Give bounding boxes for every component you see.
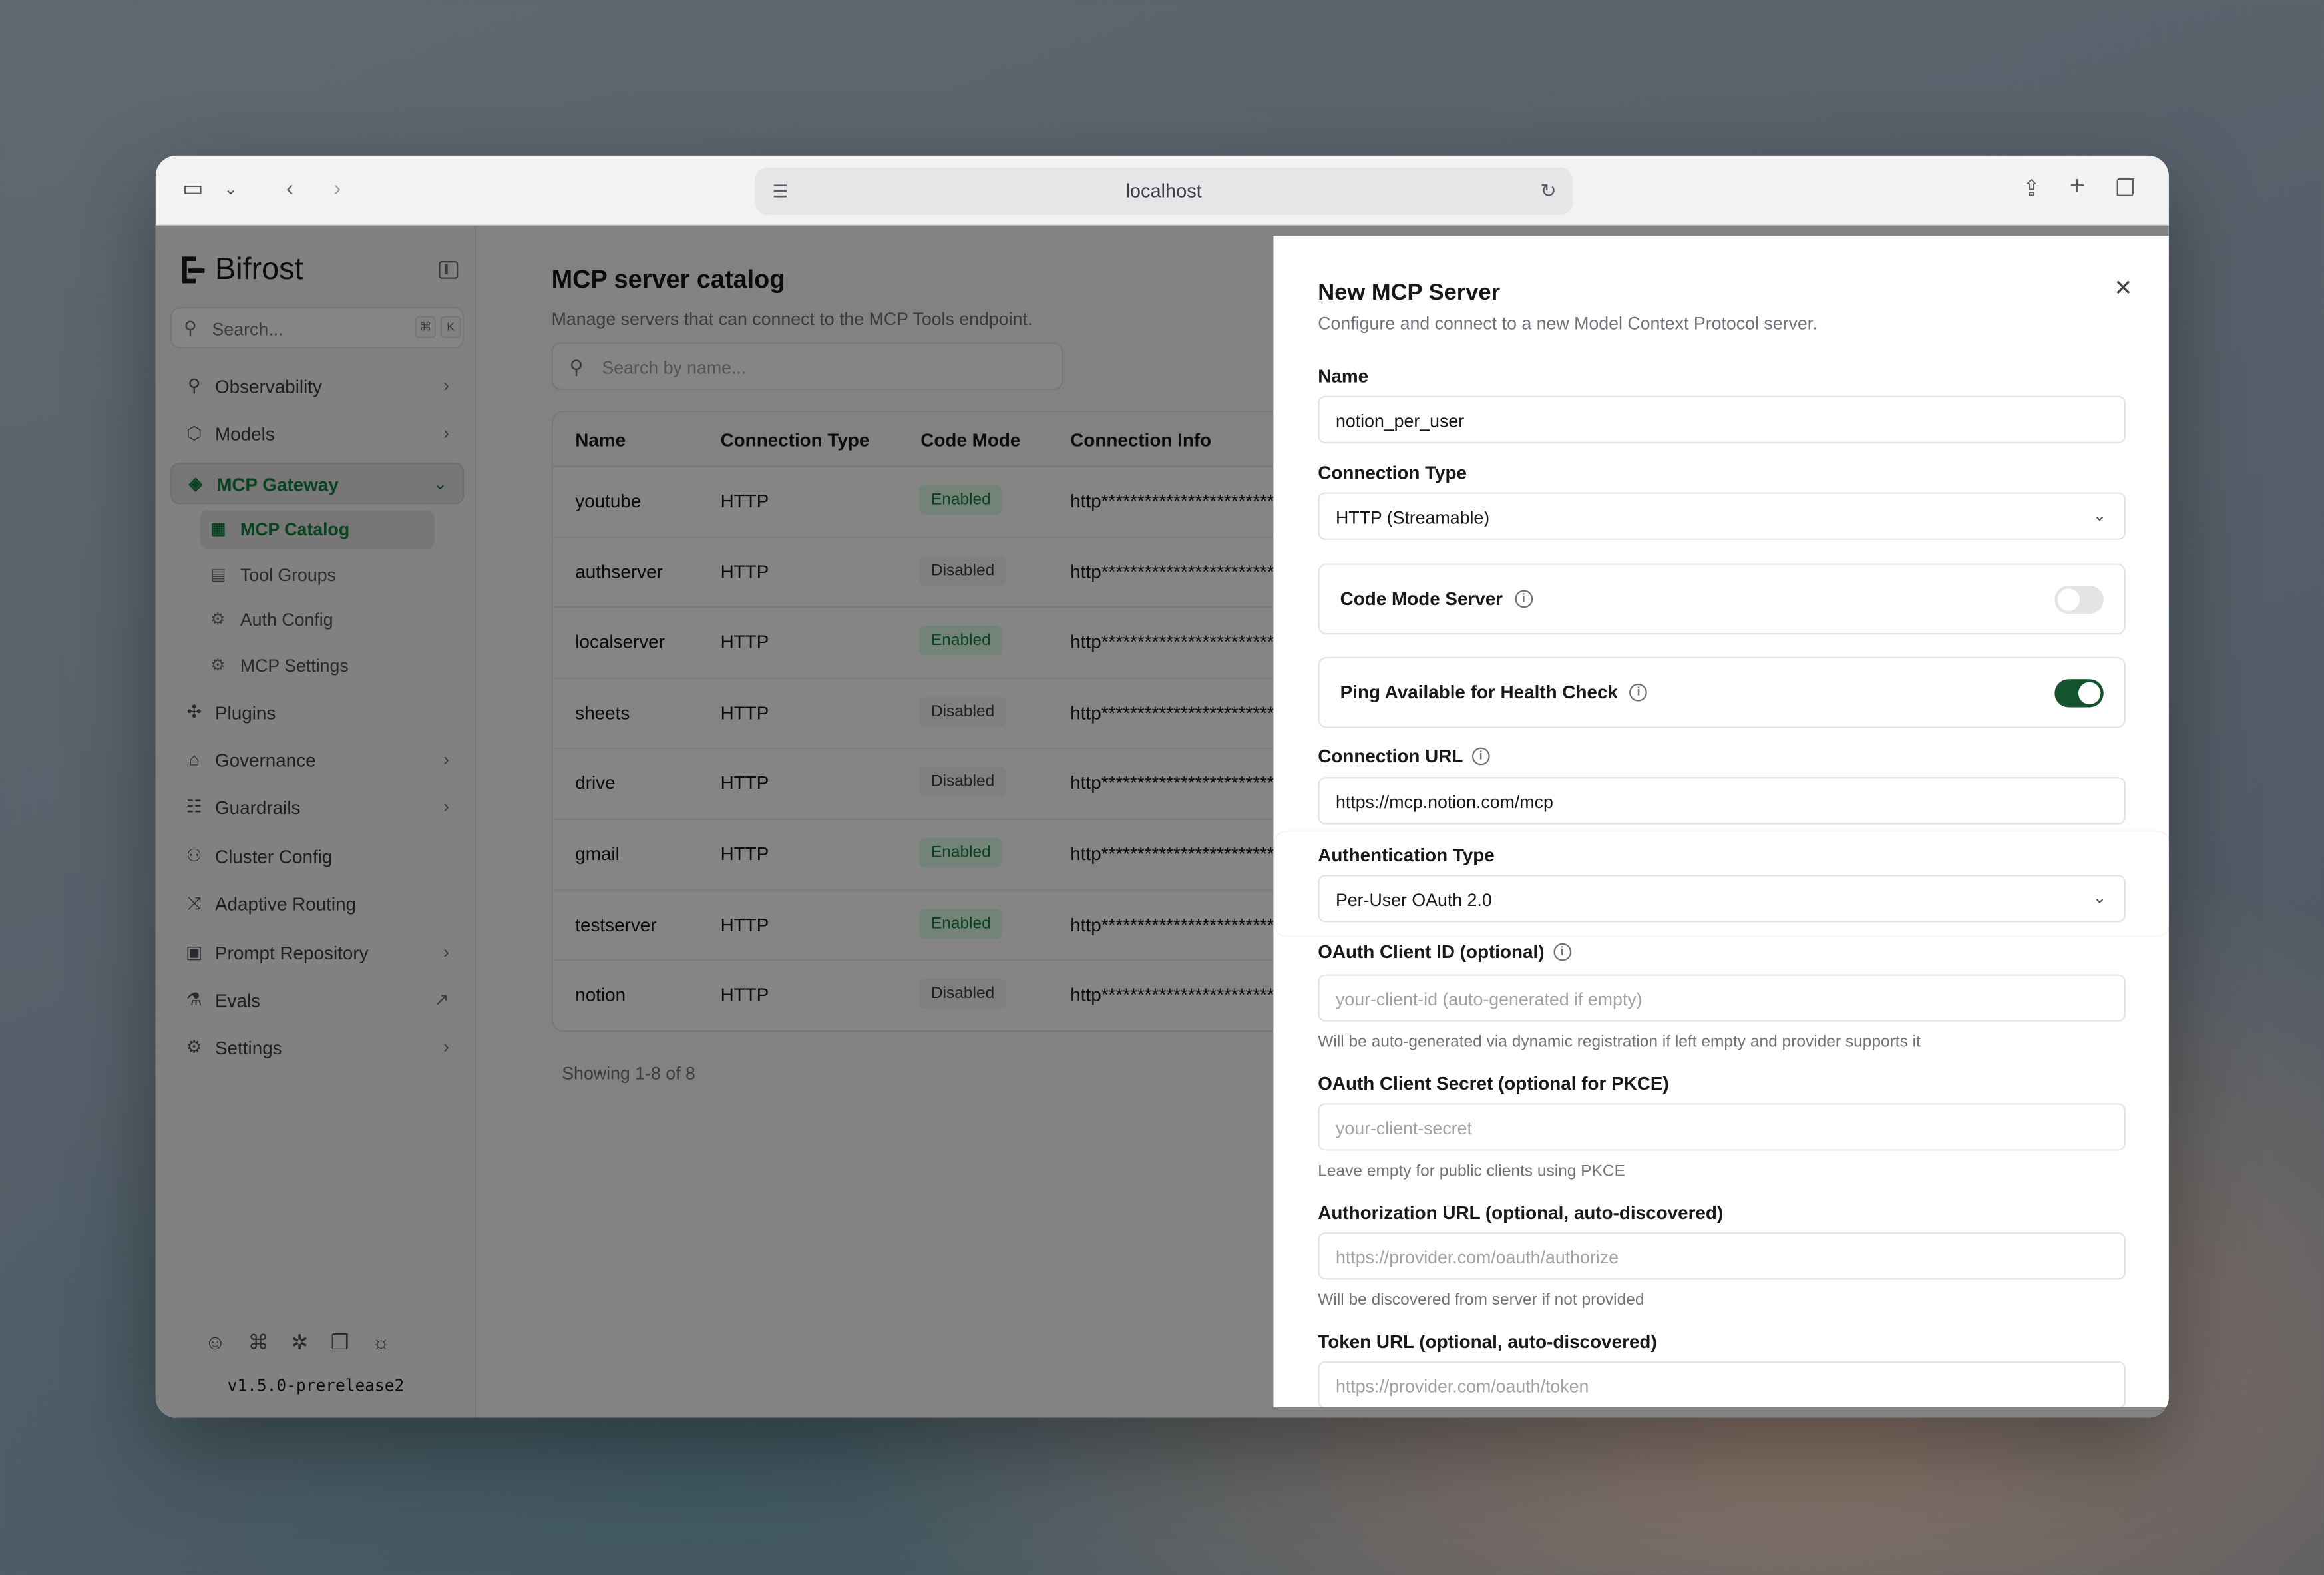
browser-window: ▭ ⌄ ‹ › ☰ localhost ↻ ⇪ + ❐ Bifrost ⚲ Se… [155, 155, 2169, 1418]
code-mode-card: Code Mode Server i [1318, 563, 2126, 635]
authorization-url-placeholder: https://provider.com/oauth/authorize [1335, 1247, 1619, 1268]
code-mode-toggle[interactable] [2054, 585, 2104, 614]
sidebar-toggle-icon[interactable]: ▭ [182, 176, 204, 203]
client-id-placeholder: your-client-id (auto-generated if empty) [1335, 989, 1643, 1010]
client-id-label: OAuth Client ID (optional) i [1318, 941, 1571, 963]
authorization-url-label: Authorization URL (optional, auto-discov… [1318, 1202, 1724, 1224]
token-url-input[interactable]: https://provider.com/oauth/token [1318, 1361, 2126, 1407]
close-icon[interactable]: ✕ [2114, 274, 2132, 301]
name-label: Name [1318, 366, 1369, 387]
client-secret-help: Leave empty for public clients using PKC… [1318, 1162, 1625, 1181]
authorization-url-input[interactable]: https://provider.com/oauth/authorize [1318, 1232, 2126, 1280]
client-secret-placeholder: your-client-secret [1335, 1118, 1472, 1139]
info-icon[interactable]: i [1471, 747, 1490, 766]
info-icon[interactable]: i [1553, 943, 1571, 961]
connection-type-select[interactable]: HTTP (Streamable) ⌄ [1318, 492, 2126, 540]
name-value: notion_per_user [1335, 411, 1465, 432]
url-text: localhost [1125, 179, 1202, 202]
connection-type-label: Connection Type [1318, 462, 1467, 484]
reload-icon[interactable]: ↻ [1540, 178, 1556, 204]
ping-toggle[interactable] [2054, 679, 2104, 708]
authentication-type-select[interactable]: Per-User OAuth 2.0 ⌄ [1318, 875, 2126, 923]
token-url-placeholder: https://provider.com/oauth/token [1335, 1376, 1589, 1397]
connection-type-value: HTTP (Streamable) [1335, 507, 1490, 528]
address-bar[interactable]: ☰ localhost ↻ [754, 167, 1573, 215]
token-url-label: Token URL (optional, auto-discovered) [1318, 1331, 1657, 1353]
panel-subtitle: Configure and connect to a new Model Con… [1318, 313, 1818, 334]
connection-url-input[interactable]: https://mcp.notion.com/mcp [1318, 777, 2126, 825]
code-mode-label: Code Mode Server [1340, 588, 1503, 610]
client-id-input[interactable]: your-client-id (auto-generated if empty) [1318, 974, 2126, 1022]
new-mcp-server-panel: ✕ New MCP Server Configure and connect t… [1273, 236, 2169, 1407]
authentication-type-label: Authentication Type [1318, 845, 1495, 866]
authorization-url-help: Will be discovered from server if not pr… [1318, 1291, 1645, 1309]
authentication-type-highlight: Authentication Type Per-User OAuth 2.0 ⌄ [1274, 831, 2169, 936]
browser-toolbar: ▭ ⌄ ‹ › ☰ localhost ↻ ⇪ + ❐ [155, 155, 2169, 226]
authentication-type-value: Per-User OAuth 2.0 [1335, 889, 1492, 911]
tabs-overview-icon[interactable]: ❐ [2116, 176, 2136, 203]
forward-icon[interactable]: › [333, 176, 341, 203]
share-icon[interactable]: ⇪ [2022, 176, 2040, 203]
chevron-down-icon[interactable]: ⌄ [224, 176, 238, 203]
back-icon[interactable]: ‹ [286, 176, 293, 203]
new-tab-icon[interactable]: + [2070, 172, 2085, 198]
chevron-down-icon: ⌄ [2092, 889, 2107, 908]
info-icon[interactable]: i [1629, 683, 1648, 702]
chevron-down-icon: ⌄ [2092, 507, 2107, 525]
ping-label: Ping Available for Health Check [1340, 682, 1618, 703]
client-secret-input[interactable]: your-client-secret [1318, 1103, 2126, 1151]
client-id-help: Will be auto-generated via dynamic regis… [1318, 1033, 1921, 1052]
info-icon[interactable]: i [1514, 590, 1533, 608]
ping-card: Ping Available for Health Check i [1318, 656, 2126, 728]
client-secret-label: OAuth Client Secret (optional for PKCE) [1318, 1073, 1669, 1094]
connection-url-value: https://mcp.notion.com/mcp [1335, 791, 1553, 813]
name-input[interactable]: notion_per_user [1318, 395, 2126, 444]
panel-title: New MCP Server [1318, 280, 1501, 306]
connection-url-label: Connection URL i [1318, 746, 1490, 767]
